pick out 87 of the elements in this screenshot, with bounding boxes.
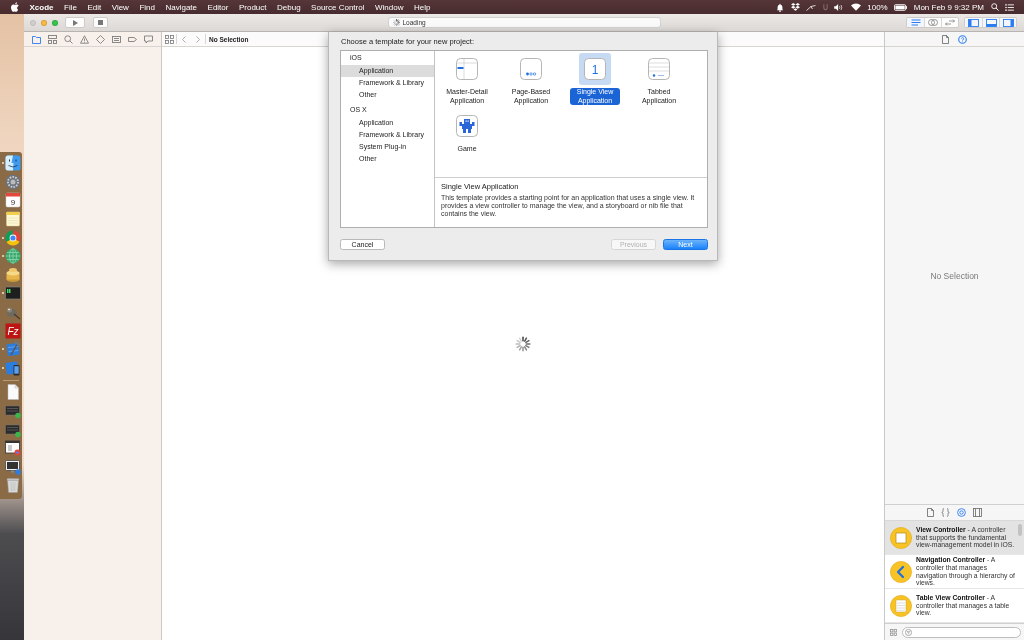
- file-icon[interactable]: [927, 508, 934, 517]
- menu-item[interactable]: File: [64, 2, 77, 12]
- split-view-icon[interactable]: [456, 58, 478, 80]
- calendar-icon[interactable]: 9: [5, 192, 21, 209]
- volume-icon[interactable]: [834, 3, 845, 11]
- diamond-icon[interactable]: [96, 34, 105, 44]
- lettered-tile-icon[interactable]: Fz: [5, 322, 21, 339]
- menu-item[interactable]: Source Control: [311, 2, 365, 12]
- menu-item[interactable]: Find: [139, 2, 155, 12]
- spinner-icon: [515, 335, 531, 352]
- blueprint-icon[interactable]: [5, 359, 21, 376]
- warning-icon[interactable]: [80, 34, 89, 44]
- filter-icon: [905, 628, 912, 636]
- speech-bubble-icon[interactable]: [144, 34, 153, 44]
- menu-item[interactable]: Edit: [87, 2, 102, 12]
- film-icon[interactable]: [973, 508, 982, 517]
- segmented-circle-icon[interactable]: [5, 229, 21, 246]
- chevron-disc-icon: [890, 560, 912, 583]
- tab-bar-screen-icon[interactable]: [648, 58, 670, 80]
- editor-mode-button[interactable]: [907, 18, 924, 27]
- panel-toggle-button[interactable]: [982, 18, 999, 27]
- sprite-icon[interactable]: [456, 115, 478, 137]
- notepad-icon[interactable]: [5, 211, 21, 228]
- stop-icon: [98, 20, 103, 25]
- terminal-icon[interactable]: [5, 285, 21, 302]
- filter-field[interactable]: [902, 626, 1021, 638]
- right-panel-icon: [1002, 18, 1014, 27]
- chevron-right-icon[interactable]: [196, 35, 200, 43]
- grid-icon[interactable]: [890, 628, 897, 636]
- editor-mode-button[interactable]: [924, 18, 941, 27]
- monitor-icon[interactable]: [5, 458, 21, 475]
- app-menu[interactable]: Xcode: [29, 2, 54, 12]
- battery-percentage: 100%: [867, 2, 888, 12]
- minimize-button[interactable]: [41, 19, 47, 26]
- numbered-screen-icon[interactable]: 1: [579, 53, 611, 85]
- list-page-icon: [890, 594, 912, 617]
- scrollbar-thumb[interactable]: [1018, 524, 1022, 536]
- play-icon: [72, 19, 78, 26]
- magnet-icon[interactable]: [822, 3, 828, 11]
- window-thumbnail-icon[interactable]: [5, 421, 21, 438]
- window-thumbnail-icon[interactable]: [5, 440, 21, 457]
- empty-inspector-message: No Selection: [930, 270, 979, 281]
- editor-mode-button[interactable]: [941, 18, 958, 27]
- bars-icon[interactable]: [112, 34, 121, 44]
- bottom-panel-icon: [985, 18, 997, 27]
- panel-toggle-button[interactable]: [999, 18, 1016, 27]
- gear-icon[interactable]: [5, 173, 21, 190]
- clock[interactable]: Mon Feb 9 9:32 PM: [913, 2, 984, 12]
- apple-icon[interactable]: [11, 2, 19, 12]
- menu-item[interactable]: Help: [413, 2, 431, 12]
- document-icon[interactable]: [5, 384, 21, 401]
- hammer-icon[interactable]: [5, 341, 21, 358]
- list-icon[interactable]: [1005, 3, 1014, 11]
- chevron-left-icon[interactable]: [182, 35, 186, 43]
- battery-icon[interactable]: [894, 3, 908, 11]
- menu-item[interactable]: Product: [238, 2, 267, 12]
- bell-icon[interactable]: [776, 2, 785, 12]
- left-panel-icon: [968, 18, 979, 27]
- file-icon[interactable]: [942, 34, 949, 44]
- diamonds-icon[interactable]: [790, 3, 800, 11]
- arrows-icon: [945, 19, 955, 26]
- menu-item[interactable]: View: [111, 2, 129, 12]
- menu-item[interactable]: Debug: [277, 2, 301, 12]
- face-icon[interactable]: [5, 155, 21, 172]
- overlapping-circles-icon: [928, 19, 938, 26]
- folder-icon[interactable]: [32, 34, 41, 44]
- page-dots-icon[interactable]: [520, 58, 542, 80]
- wifi-icon[interactable]: [850, 3, 861, 11]
- globe-icon[interactable]: [5, 248, 21, 265]
- target-icon[interactable]: [957, 508, 966, 517]
- panel-toggle-button[interactable]: [965, 18, 982, 27]
- help-icon[interactable]: [958, 34, 967, 44]
- menu-item[interactable]: Navigate: [165, 2, 198, 12]
- grid-icon[interactable]: [165, 34, 174, 44]
- lines-icon: [910, 19, 921, 26]
- stacked-discs-icon[interactable]: [5, 266, 21, 283]
- search-icon[interactable]: [990, 3, 999, 11]
- zoom-button[interactable]: [52, 19, 58, 26]
- tag-icon[interactable]: [128, 34, 137, 44]
- menu-item[interactable]: Window: [374, 2, 404, 12]
- braces-icon[interactable]: [941, 508, 950, 517]
- menu-item[interactable]: Editor: [207, 2, 229, 12]
- stop-button[interactable]: [93, 17, 108, 28]
- run-button[interactable]: [65, 17, 85, 28]
- window-thumbnail-icon[interactable]: [5, 403, 21, 419]
- hierarchy-icon[interactable]: [48, 34, 57, 44]
- pen-icon[interactable]: [806, 3, 817, 11]
